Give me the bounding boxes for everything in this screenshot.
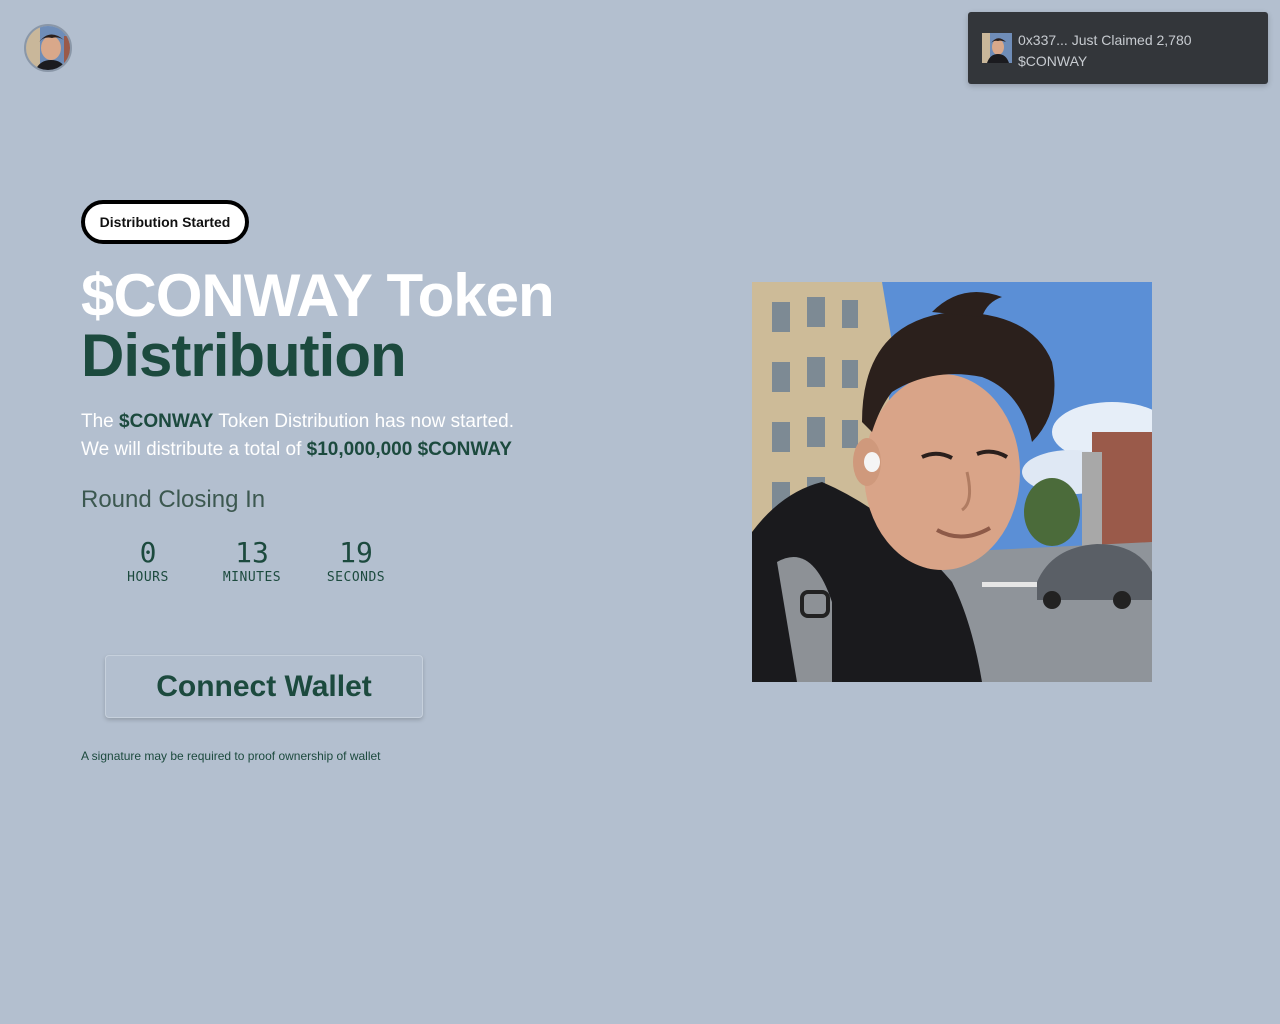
toast-line2: $CONWAY bbox=[1018, 53, 1088, 69]
profile-avatar[interactable] bbox=[24, 24, 72, 72]
seconds-label: SECONDS bbox=[326, 570, 386, 585]
title-line2: Distribution bbox=[81, 322, 407, 389]
title-line1: $CONWAY Token bbox=[81, 262, 555, 329]
page: 0x337... Just Claimed 2,780 $CONWAY Dist… bbox=[0, 0, 1280, 1024]
toast-message: 0x337... Just Claimed 2,780 $CONWAY bbox=[1018, 30, 1192, 72]
toast-line1: 0x337... Just Claimed 2,780 bbox=[1018, 32, 1192, 48]
desc-token: $CONWAY bbox=[119, 411, 214, 432]
countdown-label: Round Closing In bbox=[81, 486, 266, 513]
description: The $CONWAY Token Distribution has now s… bbox=[81, 408, 641, 464]
countdown-minutes: 13 MINUTES bbox=[200, 536, 304, 586]
hero-photo bbox=[752, 282, 1152, 682]
desc-line2-prefix: We will distribute a total of bbox=[81, 439, 307, 460]
minutes-label: MINUTES bbox=[222, 570, 282, 585]
hours-label: HOURS bbox=[127, 570, 169, 585]
countdown-timer: 0 HOURS 13 MINUTES 19 SECONDS bbox=[96, 536, 408, 586]
minutes-value: 13 bbox=[235, 536, 269, 569]
countdown-seconds: 19 SECONDS bbox=[304, 536, 408, 586]
connect-wallet-button[interactable]: Connect Wallet bbox=[105, 655, 423, 718]
toast-avatar bbox=[982, 33, 1012, 63]
status-badge: Distribution Started bbox=[81, 200, 249, 244]
countdown-hours: 0 HOURS bbox=[96, 536, 200, 586]
hours-value: 0 bbox=[139, 536, 157, 569]
page-title: $CONWAY Token Distribution bbox=[81, 266, 681, 386]
desc-prefix: The bbox=[81, 411, 120, 432]
desc-suffix: Token Distribution has now started. bbox=[213, 411, 515, 432]
seconds-value: 19 bbox=[339, 536, 373, 569]
desc-amount: $10,000,000 $CONWAY bbox=[306, 439, 512, 460]
claim-toast: 0x337... Just Claimed 2,780 $CONWAY bbox=[968, 12, 1268, 84]
signature-note: A signature may be required to proof own… bbox=[81, 749, 381, 763]
